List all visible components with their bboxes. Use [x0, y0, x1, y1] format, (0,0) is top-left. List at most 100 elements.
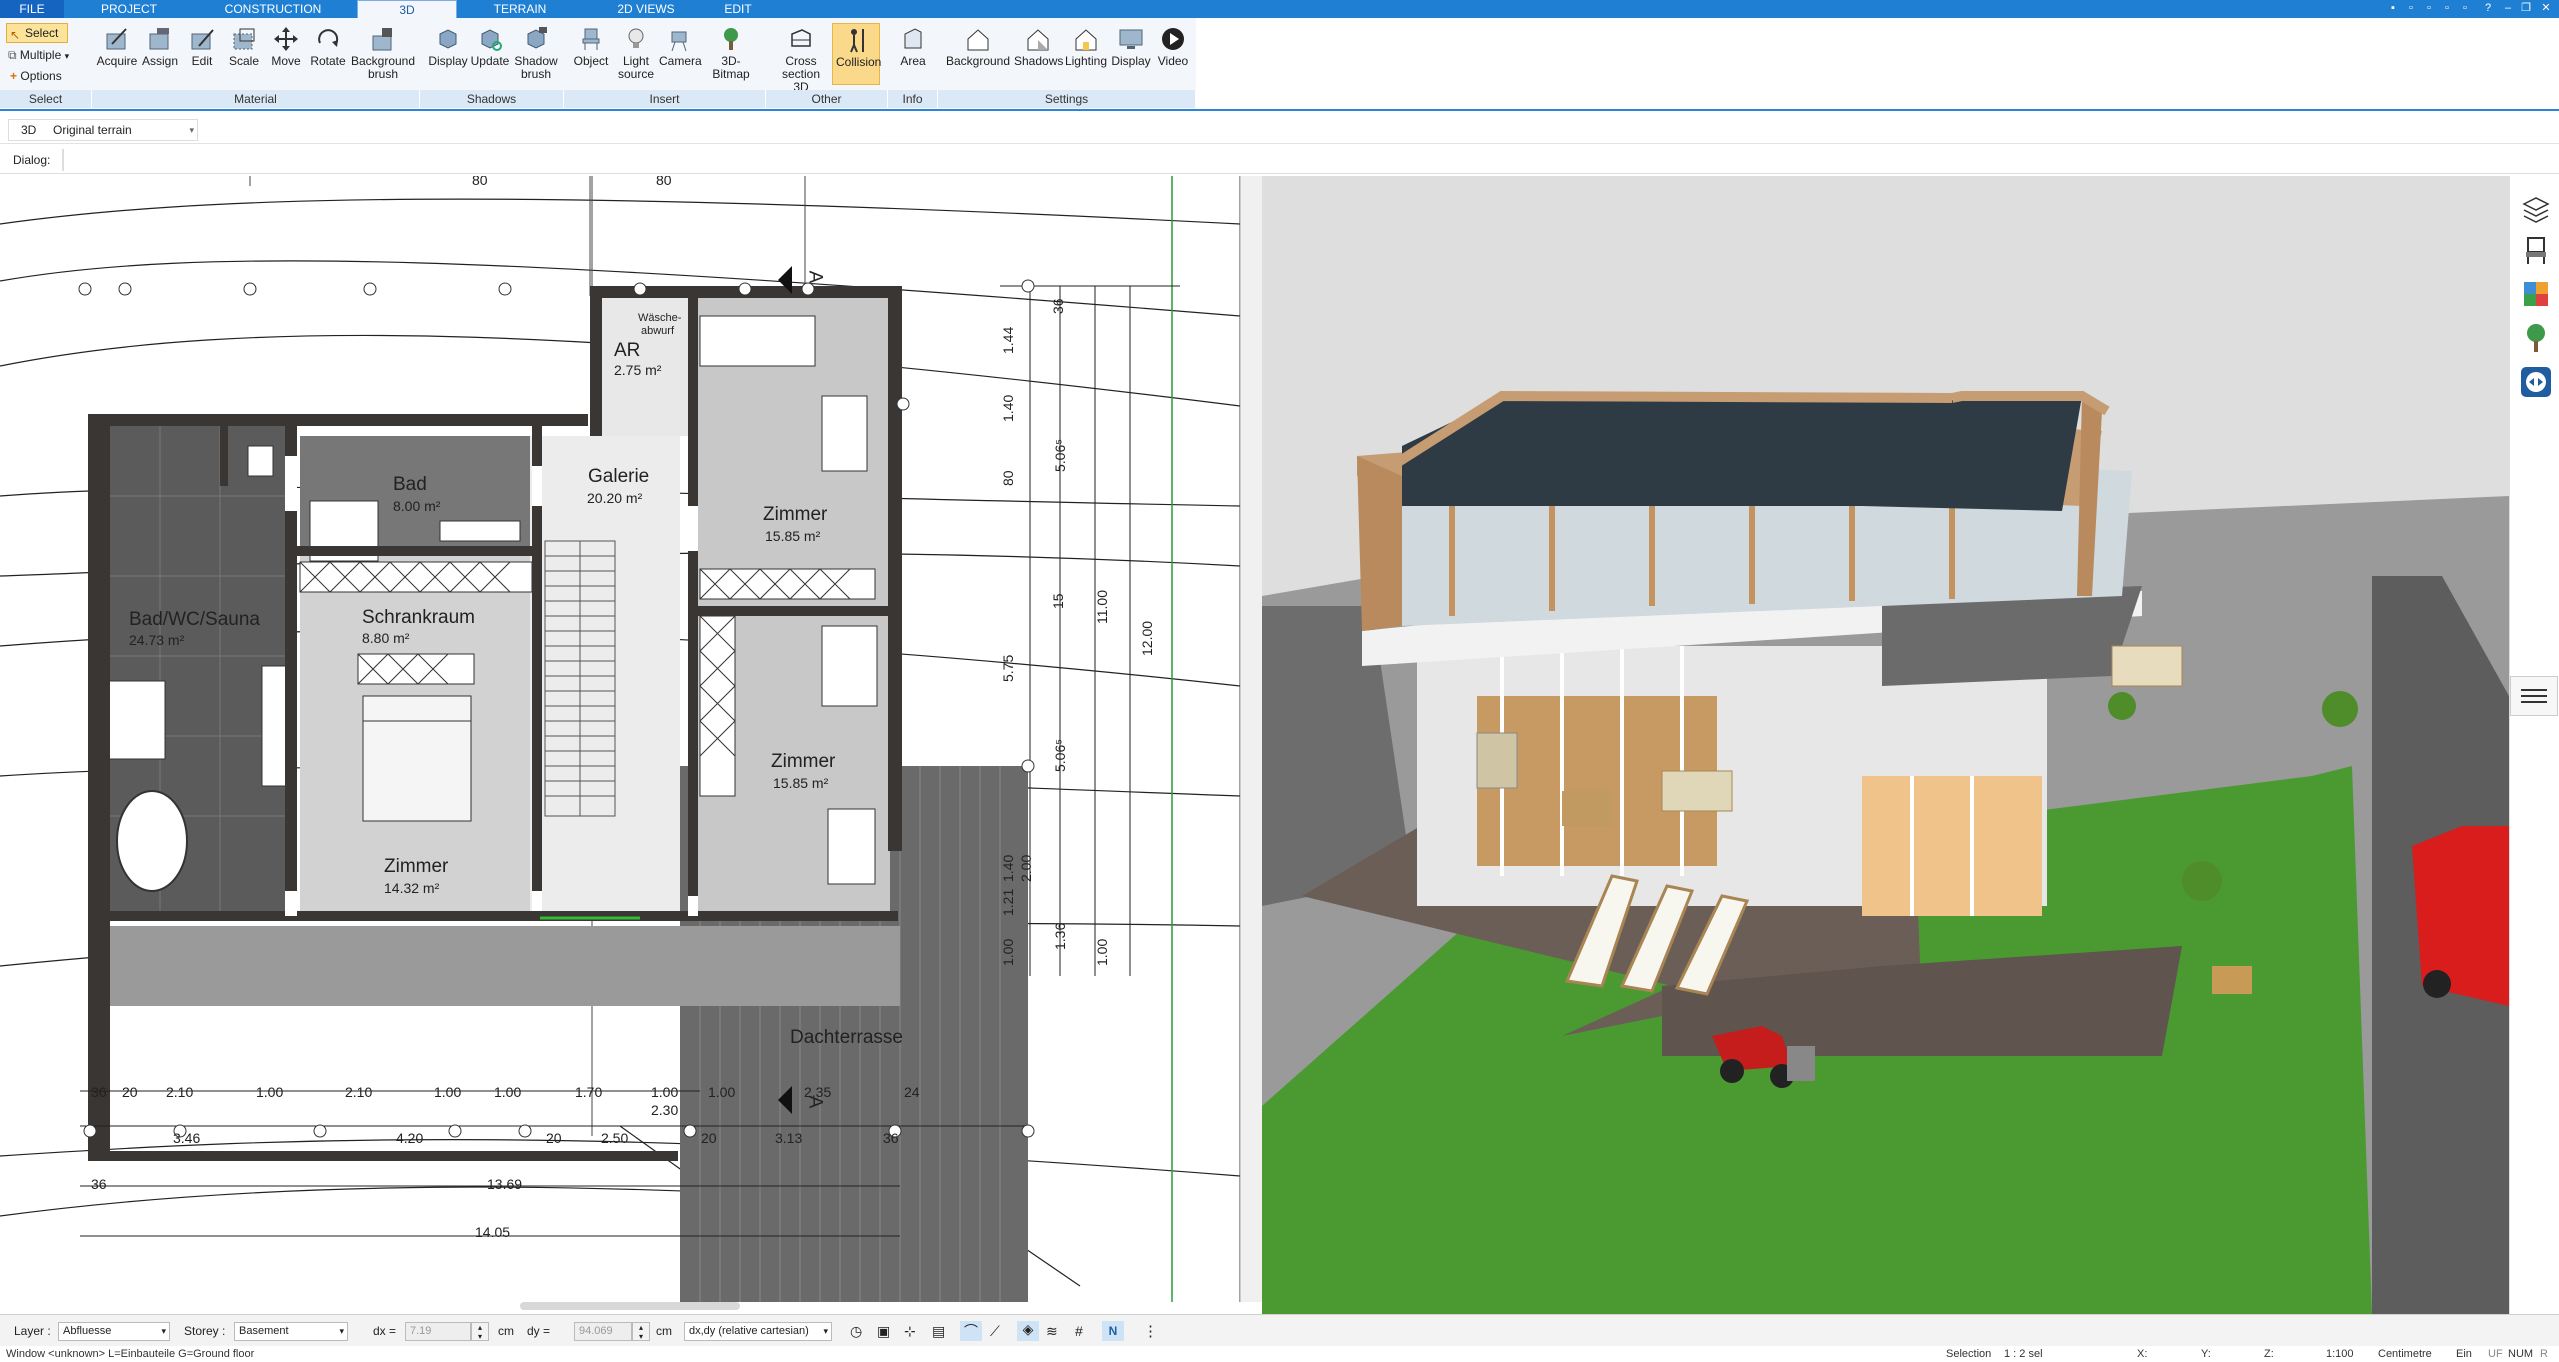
assign-button[interactable]: Assign [139, 26, 181, 68]
area-button[interactable]: Area [892, 26, 934, 68]
window-restore-icon[interactable]: ❐ [2520, 2, 2532, 14]
tab-project[interactable]: PROJECT [86, 0, 172, 18]
snap-object-icon[interactable]: ▤ [932, 1323, 945, 1340]
room-label-abwurf: abwurf [641, 325, 675, 337]
hamburger-menu-icon[interactable] [2510, 676, 2558, 716]
acquire-label: Acquire [96, 54, 138, 68]
shadows-update-button[interactable]: Update [469, 26, 511, 68]
snap-screen-icon[interactable]: ▣ [877, 1323, 890, 1340]
3d-view[interactable] [1262, 176, 2509, 1314]
layers-icon[interactable] [2520, 192, 2552, 224]
dy-value: 94.069 [579, 1325, 613, 1337]
tab-edit[interactable]: EDIT [716, 0, 760, 18]
scale-value: 1:100 [2326, 1348, 2354, 1360]
scale-icon [231, 26, 257, 52]
snap-angle-icon[interactable]: ⟋ [990, 1323, 1000, 1340]
app-menu-icon[interactable]: ▪ [2387, 2, 2399, 14]
ribbon-divider [0, 109, 2559, 111]
tab-2d-views[interactable]: 2D VIEWS [602, 0, 690, 18]
snap-surface-icon[interactable]: ◈ [1017, 1321, 1039, 1341]
floor-plan-view[interactable]: AR 2.75 m² Wäsche- abwurf Bad 8.00 m² Ga… [0, 176, 1250, 1302]
dy-input[interactable]: 94.069 [574, 1322, 632, 1341]
minimize-ribbon-icon[interactable]: ▫ [2405, 2, 2417, 14]
terrain-selector[interactable]: 3D Original terrain ▾ [8, 119, 198, 141]
lighting-button[interactable]: Lighting [1062, 26, 1110, 68]
chair-icon [578, 26, 604, 52]
cross-section-3d-button[interactable]: Cross section 3D [778, 26, 824, 94]
settings-shadows-button[interactable]: Shadows [1014, 26, 1063, 68]
coord-mode-select[interactable]: dx,dy (relative cartesian) ▾ [684, 1322, 832, 1341]
tab-file[interactable]: FILE [0, 0, 64, 18]
video-button[interactable]: Video [1152, 26, 1194, 68]
dx-unit: cm [498, 1324, 514, 1338]
layer-select[interactable]: Abfluesse ▾ [58, 1322, 170, 1341]
dx-input[interactable]: 7.19 [405, 1322, 471, 1341]
scale-button[interactable]: Scale [223, 26, 265, 68]
3d-bitmap-button[interactable]: 3D-Bitmap [703, 26, 759, 81]
background-brush-button[interactable]: Background brush [350, 26, 416, 81]
shadow-brush-button[interactable]: Shadow brush [511, 26, 561, 81]
window-minimize-icon[interactable]: – [2502, 2, 2514, 14]
eyedropper-icon [104, 26, 130, 52]
camera-button[interactable]: Camera [659, 26, 702, 68]
video-label: Video [1157, 54, 1189, 68]
dialog-row: Dialog: [0, 146, 2559, 174]
more-options-icon[interactable]: ⋮ [1143, 1322, 1158, 1340]
plant-icon[interactable] [2520, 322, 2552, 354]
grid-icon[interactable]: # [1075, 1323, 1083, 1339]
house-lighting-icon [1073, 26, 1099, 52]
object-label: Object [573, 54, 609, 68]
teamviewer-icon[interactable] [2520, 366, 2552, 398]
select-button[interactable]: ↖ Select [6, 23, 68, 43]
dx-spinner-icon[interactable]: ▴ ▾ [471, 1322, 489, 1341]
dim-top-1: 80 [472, 176, 488, 188]
dim-r-4: 5.06⁵ [1052, 438, 1068, 472]
snap-points-icon[interactable]: ⊹ [904, 1323, 916, 1340]
room-label-ar: AR [614, 340, 641, 361]
background-brush-label: Background brush [350, 54, 416, 81]
window-list-icon[interactable]: ▫ [2423, 2, 2435, 14]
dim-b1-9: 1.00 [708, 1084, 736, 1100]
multiple-button[interactable]: ⧉ Multiple ▾ [8, 48, 69, 63]
cube-brush-icon [523, 26, 549, 52]
edit-material-button[interactable]: Edit [181, 26, 223, 68]
plan-vertical-scrollbar[interactable] [1240, 176, 1262, 1302]
tab-construction[interactable]: CONSTRUCTION [206, 0, 340, 18]
object-button[interactable]: Object [570, 26, 612, 68]
collision-button[interactable]: Collision [832, 23, 881, 85]
house-background-icon [965, 26, 991, 52]
chair-catalog-icon[interactable] [2520, 234, 2552, 266]
rotate-icon [315, 26, 341, 52]
light-source-button[interactable]: Light source [614, 26, 658, 81]
section-mark-top: A [804, 270, 826, 284]
settings-display-button[interactable]: Display [1109, 26, 1153, 68]
rotate-button[interactable]: Rotate [307, 26, 349, 68]
options-button[interactable]: + Options [10, 69, 62, 83]
snap-line-icon[interactable]: ⌒ [960, 1321, 982, 1341]
tab-terrain[interactable]: TERRAIN [478, 0, 562, 18]
group-label-settings: Settings [938, 90, 1196, 108]
shadows-update-label: Update [470, 54, 510, 68]
acquire-button[interactable]: Acquire [96, 26, 138, 68]
north-icon[interactable]: N [1102, 1321, 1124, 1341]
snap-wall-icon[interactable]: ≋ [1046, 1323, 1058, 1340]
dim-r-10: 1.40 [1000, 854, 1016, 882]
storey-select[interactable]: Basement ▾ [234, 1322, 348, 1341]
help-icon[interactable]: ? [2482, 2, 2494, 14]
plan-horizontal-scrollbar[interactable] [520, 1302, 740, 1310]
assign-label: Assign [141, 54, 179, 68]
clock-icon[interactable]: ◷ [850, 1323, 862, 1340]
background-button[interactable]: Background [944, 26, 1012, 68]
settings-display-label: Display [1111, 54, 1151, 68]
move-button[interactable]: Move [265, 26, 307, 68]
shadows-display-button[interactable]: Display [427, 26, 469, 68]
dy-spinner-icon[interactable]: ▴ ▾ [632, 1322, 650, 1341]
window-close-icon[interactable]: ✕ [2540, 2, 2552, 14]
z-coord-label: Z: [2264, 1348, 2274, 1360]
settings-icon[interactable]: ▫ [2459, 2, 2471, 14]
dx-value: 7.19 [410, 1325, 432, 1337]
layout-icon[interactable]: ▫ [2441, 2, 2453, 14]
materials-icon[interactable] [2520, 278, 2552, 310]
paint-roller-icon [147, 26, 173, 52]
tab-3d[interactable]: 3D [357, 0, 457, 18]
